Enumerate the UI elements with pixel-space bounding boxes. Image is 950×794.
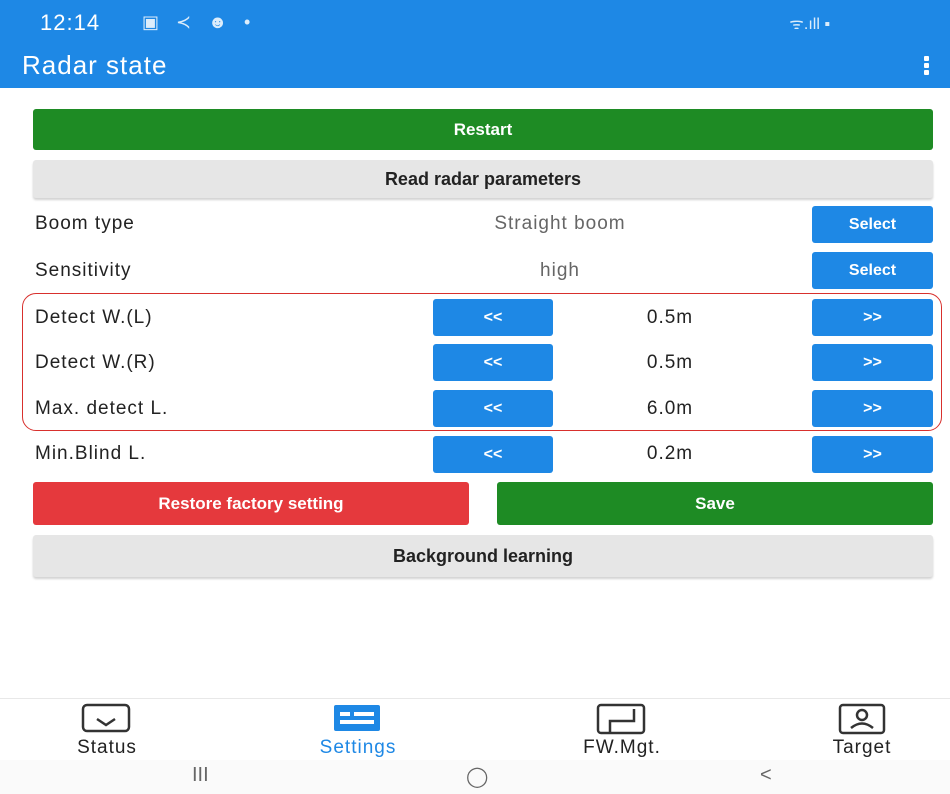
read-radar-parameters-button[interactable]: Read radar parameters xyxy=(33,160,933,198)
nav-label-target: Target xyxy=(832,737,892,758)
detect-width-right-decrease-button[interactable]: << xyxy=(433,344,553,381)
save-button[interactable]: Save xyxy=(497,482,933,525)
restore-factory-setting-button[interactable]: Restore factory setting xyxy=(33,482,469,525)
overflow-menu-icon[interactable] xyxy=(920,54,932,78)
detect-width-left-value: 0.5m xyxy=(646,307,694,328)
status-icon xyxy=(81,703,131,733)
boom-type-select-button[interactable]: Select xyxy=(812,206,933,243)
nav-tab-fw-mgt[interactable]: FW.Mgt. xyxy=(552,699,692,761)
restart-button[interactable]: Restart xyxy=(33,109,933,150)
settings-icon xyxy=(334,705,380,731)
max-detect-length-increase-button[interactable]: >> xyxy=(812,390,933,427)
detect-width-left-label: Detect W.(L) xyxy=(35,307,153,328)
detect-width-left-decrease-button[interactable]: << xyxy=(433,299,553,336)
nav-label-fw-mgt: FW.Mgt. xyxy=(583,737,661,758)
boom-type-label: Boom type xyxy=(35,213,135,234)
system-navigation-bar: III ◯ < xyxy=(0,760,950,794)
sensitivity-value: high xyxy=(540,260,580,281)
sensitivity-label: Sensitivity xyxy=(35,260,132,281)
min-blind-length-value: 0.2m xyxy=(646,443,694,464)
bottom-navigation: Status Settings FW.Mgt. Target xyxy=(0,698,950,761)
status-time: 12:14 xyxy=(40,10,101,35)
notification-icons: ▣ ≺ ☻ • xyxy=(142,12,257,32)
detect-width-left-increase-button[interactable]: >> xyxy=(812,299,933,336)
page-title: Radar state xyxy=(22,50,168,80)
nav-tab-settings[interactable]: Settings xyxy=(288,699,428,761)
recents-icon[interactable]: III xyxy=(192,764,209,787)
target-icon xyxy=(838,703,886,735)
min-blind-length-decrease-button[interactable]: << xyxy=(433,436,553,473)
app-bar: 12:14 ▣ ≺ ☻ • ᯤ.ıll ▪ Radar state xyxy=(0,0,950,88)
firmware-icon xyxy=(596,703,646,735)
min-blind-length-increase-button[interactable]: >> xyxy=(812,436,933,473)
signal-battery-icons: ᯤ.ıll ▪ xyxy=(789,16,830,33)
min-blind-length-label: Min.Blind L. xyxy=(35,443,147,464)
max-detect-length-label: Max. detect L. xyxy=(35,398,169,419)
detect-width-right-increase-button[interactable]: >> xyxy=(812,344,933,381)
boom-type-value: Straight boom xyxy=(494,213,626,234)
status-bar: 12:14 ▣ ≺ ☻ • ᯤ.ıll ▪ xyxy=(0,0,950,42)
background-learning-button[interactable]: Background learning xyxy=(33,535,933,577)
max-detect-length-decrease-button[interactable]: << xyxy=(433,390,553,427)
back-icon[interactable]: < xyxy=(760,764,772,787)
sensitivity-select-button[interactable]: Select xyxy=(812,252,933,289)
nav-tab-target[interactable]: Target xyxy=(792,699,932,761)
max-detect-length-value: 6.0m xyxy=(646,398,694,419)
detect-width-right-value: 0.5m xyxy=(646,352,694,373)
home-icon[interactable]: ◯ xyxy=(466,764,488,789)
nav-label-status: Status xyxy=(77,737,137,758)
nav-label-settings: Settings xyxy=(319,737,397,758)
nav-tab-status[interactable]: Status xyxy=(37,699,177,761)
detect-width-right-label: Detect W.(R) xyxy=(35,352,156,373)
